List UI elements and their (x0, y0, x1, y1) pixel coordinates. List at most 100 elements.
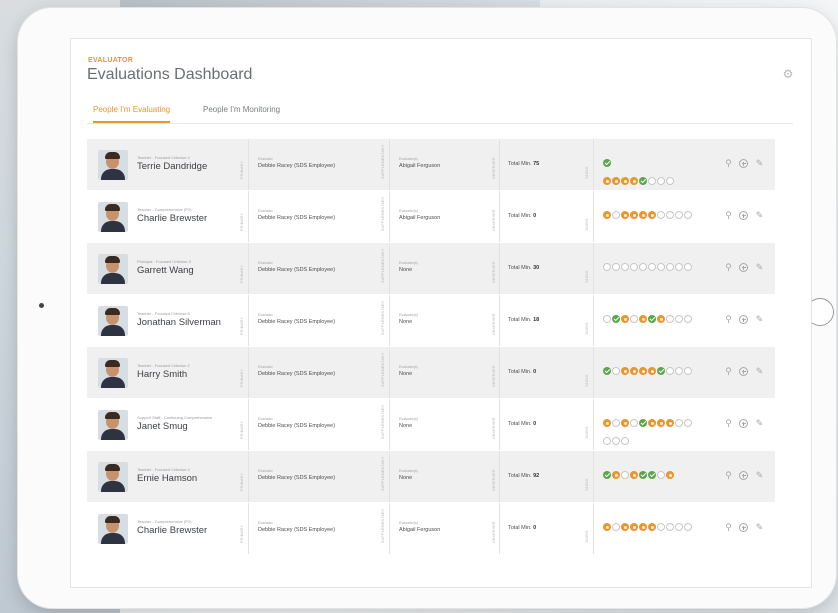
column-divider (499, 451, 500, 502)
status-circle-icon (666, 367, 674, 375)
column-label-supplementary: SUPPLEMENTARY (381, 144, 385, 179)
evaluator-name: Debbie Racey (SDS Employee) (258, 475, 336, 481)
evaluatee-role: Teacher - Focused Criterion 4 (137, 467, 190, 472)
table-row[interactable]: Teacher - Focused Criterion 4 Terrie Dan… (87, 139, 775, 191)
plus-circle-icon[interactable] (738, 366, 749, 377)
status-circle-icon (657, 367, 665, 375)
search-icon[interactable]: ⚲ (723, 314, 734, 325)
tab-people-evaluating[interactable]: People I'm Evaluating (93, 105, 171, 123)
status-circle-icon (666, 211, 674, 219)
column-divider (499, 503, 500, 554)
plus-circle-icon[interactable] (738, 418, 749, 429)
search-icon[interactable]: ⚲ (723, 522, 734, 533)
table-row[interactable]: Teacher - Focused Criterion 6 Jonathan S… (87, 295, 775, 347)
evaluatee-name[interactable]: Charlie Brewster (137, 213, 207, 224)
column-label-observer: OBSERVER (492, 365, 496, 387)
row-actions: ⚲ ✎ (723, 366, 773, 378)
table-row[interactable]: Teacher - Comprehensive (P2) Charlie Bre… (87, 191, 775, 243)
edit-icon[interactable]: ✎ (754, 210, 765, 221)
status-circle-icon (621, 419, 629, 427)
search-icon[interactable]: ⚲ (723, 366, 734, 377)
avatar (98, 202, 128, 232)
gear-icon[interactable]: ⚙ (781, 67, 795, 81)
table-row[interactable]: Teacher - Comprehensive (P2) Charlie Bre… (87, 503, 775, 555)
status-circle-icon (630, 419, 638, 427)
status-circle-icon (666, 471, 674, 479)
column-divider (499, 295, 500, 346)
status-circle-icon (648, 263, 656, 271)
evaluatee-name[interactable]: Terrie Dandridge (137, 161, 207, 172)
search-icon[interactable]: ⚲ (723, 418, 734, 429)
column-divider (499, 191, 500, 242)
evaluatee-name[interactable]: Janet Smug (137, 421, 188, 432)
status-circle-icon (603, 177, 611, 185)
evaluator-label: Evaluator (258, 209, 273, 213)
plus-circle-icon[interactable] (738, 522, 749, 533)
status-circle-icon (603, 159, 611, 167)
tab-people-monitoring[interactable]: People I'm Monitoring (203, 105, 280, 121)
tab-bar: People I'm Evaluating People I'm Monitor… (87, 99, 793, 124)
status-circle-icon (675, 211, 683, 219)
edit-icon[interactable]: ✎ (754, 418, 765, 429)
status-circle-icon (639, 177, 647, 185)
column-label-primary: PRIMARY (240, 369, 244, 387)
edit-icon[interactable]: ✎ (754, 314, 765, 325)
evaluatees-label: Evaluator(s) (399, 313, 418, 317)
status-circle-icon (657, 263, 665, 271)
evaluatee-name[interactable]: Harry Smith (137, 369, 187, 380)
plus-circle-icon[interactable] (738, 470, 749, 481)
column-label-tasks: TASKS (585, 270, 589, 283)
avatar (98, 150, 128, 180)
search-icon[interactable]: ⚲ (723, 470, 734, 481)
column-label-tasks: TASKS (585, 218, 589, 231)
status-circle-icon (684, 315, 692, 323)
search-icon[interactable]: ⚲ (723, 158, 734, 169)
edit-icon[interactable]: ✎ (754, 262, 765, 273)
evaluatee-role: Teacher - Focused Criterion 4 (137, 155, 190, 160)
column-label-observer: OBSERVER (492, 157, 496, 179)
plus-circle-icon[interactable] (738, 158, 749, 169)
evaluatee-name[interactable]: Garrett Wang (137, 265, 194, 276)
edit-icon[interactable]: ✎ (754, 522, 765, 533)
plus-circle-icon[interactable] (738, 210, 749, 221)
status-circle-icon (621, 211, 629, 219)
status-circle-icon (603, 437, 611, 445)
edit-icon[interactable]: ✎ (754, 158, 765, 169)
evaluatee-name[interactable]: Ernie Hamson (137, 473, 197, 484)
search-icon[interactable]: ⚲ (723, 210, 734, 221)
plus-circle-icon[interactable] (738, 314, 749, 325)
plus-circle-icon[interactable] (738, 262, 749, 273)
status-circle-icon (630, 471, 638, 479)
edit-icon[interactable]: ✎ (754, 366, 765, 377)
table-row[interactable]: Principal - Focused Criterion 3 Garrett … (87, 243, 775, 295)
status-circle-icon (621, 437, 629, 445)
evaluator-name: Debbie Racey (SDS Employee) (258, 527, 336, 533)
status-circle-icon (657, 419, 665, 427)
column-label-tasks: TASKS (585, 166, 589, 179)
evaluatee-name[interactable]: Charlie Brewster (137, 525, 207, 536)
column-divider (499, 139, 500, 190)
column-divider (593, 139, 594, 190)
search-icon[interactable]: ⚲ (723, 262, 734, 273)
edit-icon[interactable]: ✎ (754, 470, 765, 481)
table-row[interactable]: Support Staff - Continuing Comprehensive… (87, 399, 775, 451)
column-divider (248, 295, 249, 346)
page-title: Evaluations Dashboard (87, 66, 253, 83)
status-circle-icon (639, 367, 647, 375)
evaluatee-name[interactable]: Jonathan Silverman (137, 317, 221, 328)
column-divider (248, 503, 249, 554)
column-divider (389, 399, 390, 450)
column-divider (389, 139, 390, 190)
avatar (98, 358, 128, 388)
page-eyebrow: EVALUATOR (88, 57, 134, 64)
column-divider (389, 191, 390, 242)
status-circle-icon (630, 523, 638, 531)
status-circle-icon (603, 263, 611, 271)
table-row[interactable]: Teacher - Focused Criterion 2 Harry Smit… (87, 347, 775, 399)
evaluations-table: Teacher - Focused Criterion 4 Terrie Dan… (87, 139, 775, 555)
evaluatees-label: Evaluator(s) (399, 261, 418, 265)
column-label-tasks: TASKS (585, 374, 589, 387)
evaluatees-label: Evaluator(s) (399, 157, 418, 161)
evaluatees-value: Abigail Ferguson (399, 215, 441, 221)
table-row[interactable]: Teacher - Focused Criterion 4 Ernie Hams… (87, 451, 775, 503)
